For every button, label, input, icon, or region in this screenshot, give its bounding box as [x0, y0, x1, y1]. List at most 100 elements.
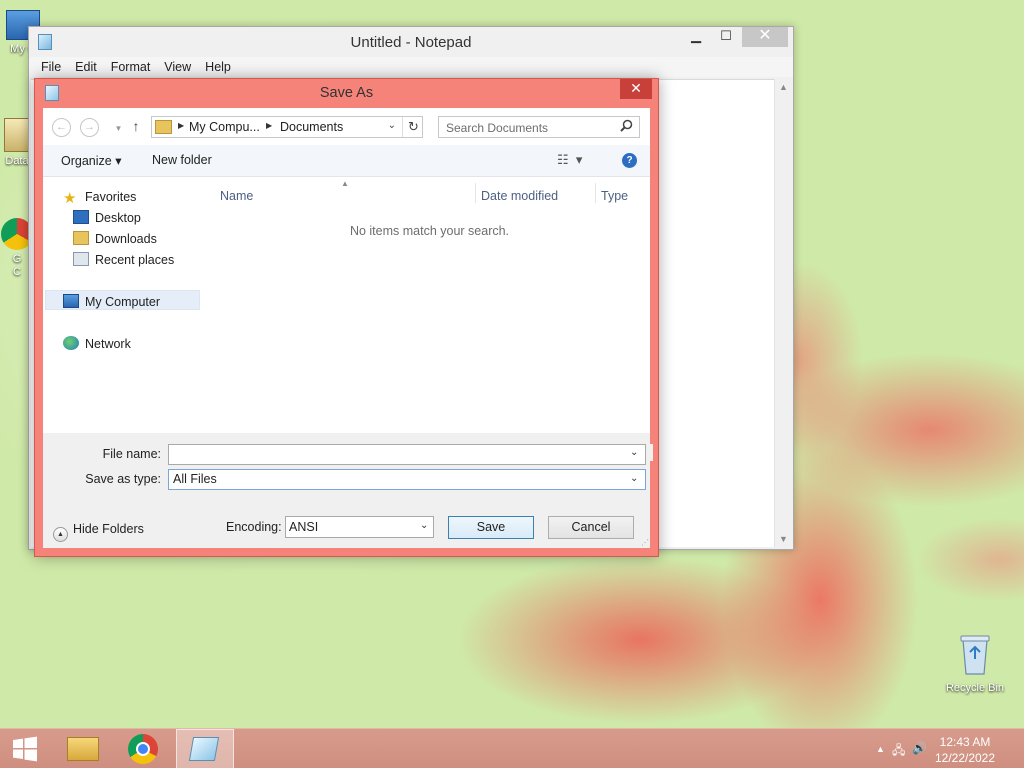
menu-edit[interactable]: Edit [68, 60, 104, 74]
nav-label: Recent places [95, 253, 175, 267]
organize-button[interactable]: Organize ▾ [61, 153, 121, 168]
up-arrow-icon[interactable]: ↑ [128, 118, 144, 137]
menu-format[interactable]: Format [104, 60, 158, 74]
breadcrumb-my-computer[interactable]: My Compu... [189, 120, 260, 134]
dialog-title: Save As [319, 85, 374, 101]
nav-label: Favorites [85, 190, 137, 204]
forward-arrow-icon[interactable]: → [80, 118, 99, 137]
column-type[interactable]: Type [601, 189, 628, 203]
menu-file[interactable]: File [34, 60, 68, 74]
sort-caret-icon: ▲ [341, 179, 349, 188]
new-folder-button[interactable]: New folder [152, 153, 212, 167]
nav-downloads[interactable]: Downloads [73, 229, 157, 249]
notepad-title: Untitled - Notepad [350, 34, 472, 51]
command-bar: Organize ▾ New folder ☷ ▾ ? [43, 145, 650, 177]
recent-locations-chevron-icon[interactable]: ▼ [109, 120, 128, 139]
taskbar-notepad[interactable] [176, 729, 234, 768]
hide-folders-button[interactable]: ▲ Hide Folders [53, 522, 144, 542]
desktop-icon-recycle-bin[interactable]: Recycle Bin [940, 632, 1010, 694]
menu-help[interactable]: Help [198, 60, 238, 74]
chevron-up-icon: ▲ [53, 527, 68, 542]
clock-date[interactable]: 12/22/2022 [925, 751, 1005, 765]
dialog-close-button[interactable]: ✕ [620, 79, 652, 99]
save-as-dialog[interactable]: Save As ✕ ← → ▼ ↑ ▶ My Compu... ▶ Docume… [34, 78, 659, 557]
clock-time[interactable]: 12:43 AM [925, 735, 1005, 749]
empty-message: No items match your search. [349, 224, 510, 238]
search-icon[interactable] [620, 119, 633, 135]
nav-network[interactable]: Network [63, 334, 131, 354]
save-options-area: File name: ⌄ Save as type: All Files ⌄ ▲… [43, 433, 650, 548]
navigation-bar: ← → ▼ ↑ ▶ My Compu... ▶ Documents ⌄ ↻ Se… [43, 108, 650, 145]
system-tray: ▲ 🖧 🔊 12:43 AM 12/22/2022 [864, 729, 1024, 768]
scroll-down-icon[interactable]: ▼ [775, 534, 792, 544]
star-icon: ★ [63, 190, 77, 207]
encoding-select[interactable]: ANSI [285, 516, 434, 538]
recent-places-icon [73, 252, 89, 266]
taskbar-chrome[interactable] [115, 729, 173, 768]
dialog-body: ← → ▼ ↑ ▶ My Compu... ▶ Documents ⌄ ↻ Se… [43, 108, 653, 548]
scroll-up-icon[interactable]: ▲ [775, 82, 792, 92]
windows-logo-icon [13, 736, 37, 762]
help-icon[interactable]: ? [622, 153, 637, 168]
cancel-button[interactable]: Cancel [548, 516, 634, 539]
file-list[interactable]: ▲ Name Date modified Type No items match… [209, 177, 650, 433]
file-name-input[interactable] [168, 444, 646, 465]
taskbar: ▲ 🖧 🔊 12:43 AM 12/22/2022 [0, 728, 1024, 768]
shortcut-icon [4, 118, 30, 152]
file-name-label: File name: [102, 447, 161, 461]
save-as-type-dropdown-icon[interactable]: ⌄ [630, 473, 638, 484]
notepad-menubar: File Edit Format View Help [29, 57, 793, 77]
column-name[interactable]: Name [220, 189, 253, 203]
recycle-bin-icon [940, 632, 1010, 679]
maximize-button[interactable]: ☐ [711, 27, 741, 47]
chrome-icon [128, 734, 158, 764]
navigation-pane: ★ Favorites Desktop Downloads Recent plac… [43, 177, 208, 433]
breadcrumb-documents[interactable]: Documents [280, 120, 343, 134]
hide-folders-label: Hide Folders [73, 522, 144, 536]
taskbar-file-explorer[interactable] [55, 729, 113, 768]
nav-label: Downloads [95, 232, 157, 246]
minimize-button[interactable]: ▁ [681, 27, 711, 47]
encoding-dropdown-icon[interactable]: ⌄ [420, 520, 428, 531]
back-arrow-icon[interactable]: ← [52, 118, 71, 137]
file-explorer-icon [67, 737, 99, 761]
breadcrumb-separator-icon: ▶ [266, 121, 273, 130]
folder-icon [155, 120, 172, 134]
column-divider[interactable] [595, 183, 596, 203]
nav-favorites[interactable]: ★ Favorites [63, 187, 136, 207]
close-button[interactable]: ✕ [742, 27, 788, 47]
menu-view[interactable]: View [157, 60, 198, 74]
nav-label: Desktop [95, 211, 141, 225]
desktop-icon [73, 210, 89, 224]
change-view-icon[interactable]: ☷ ▾ [557, 152, 582, 168]
column-date-modified[interactable]: Date modified [481, 189, 558, 203]
save-button[interactable]: Save [448, 516, 534, 539]
downloads-folder-icon [73, 231, 89, 245]
nav-recent-places[interactable]: Recent places [73, 250, 174, 270]
nav-label: Network [85, 337, 131, 351]
show-hidden-icons-icon[interactable]: ▲ [876, 744, 885, 754]
encoding-label: Encoding: [226, 520, 282, 534]
refresh-icon[interactable]: ↻ [402, 117, 424, 137]
address-dropdown-icon[interactable]: ⌄ [388, 120, 396, 131]
file-name-dropdown-icon[interactable]: ⌄ [630, 447, 638, 458]
nav-my-computer[interactable]: My Computer [63, 292, 160, 312]
start-button[interactable] [0, 729, 50, 768]
notepad-titlebar[interactable]: Untitled - Notepad ▁ ☐ ✕ [29, 27, 793, 57]
notepad-icon [188, 737, 220, 761]
save-as-type-select[interactable]: All Files [168, 469, 646, 490]
network-icon [63, 336, 79, 350]
address-bar[interactable]: ▶ My Compu... ▶ Documents ⌄ [151, 116, 423, 138]
nav-label: My Computer [85, 295, 161, 309]
notepad-vertical-scrollbar[interactable]: ▲ ▼ [774, 79, 791, 547]
computer-icon [63, 294, 79, 308]
desktop-icon-label: Recycle Bin [945, 682, 1005, 694]
column-divider[interactable] [475, 183, 476, 203]
search-placeholder: Search Documents [446, 121, 549, 135]
network-status-icon[interactable]: 🖧 [892, 741, 905, 762]
search-box[interactable]: Search Documents [438, 116, 640, 138]
save-as-type-label: Save as type: [85, 472, 161, 486]
dialog-titlebar[interactable]: Save As ✕ [35, 79, 658, 107]
resize-grip-icon[interactable]: ⋰ [641, 538, 649, 547]
nav-desktop[interactable]: Desktop [73, 208, 141, 228]
